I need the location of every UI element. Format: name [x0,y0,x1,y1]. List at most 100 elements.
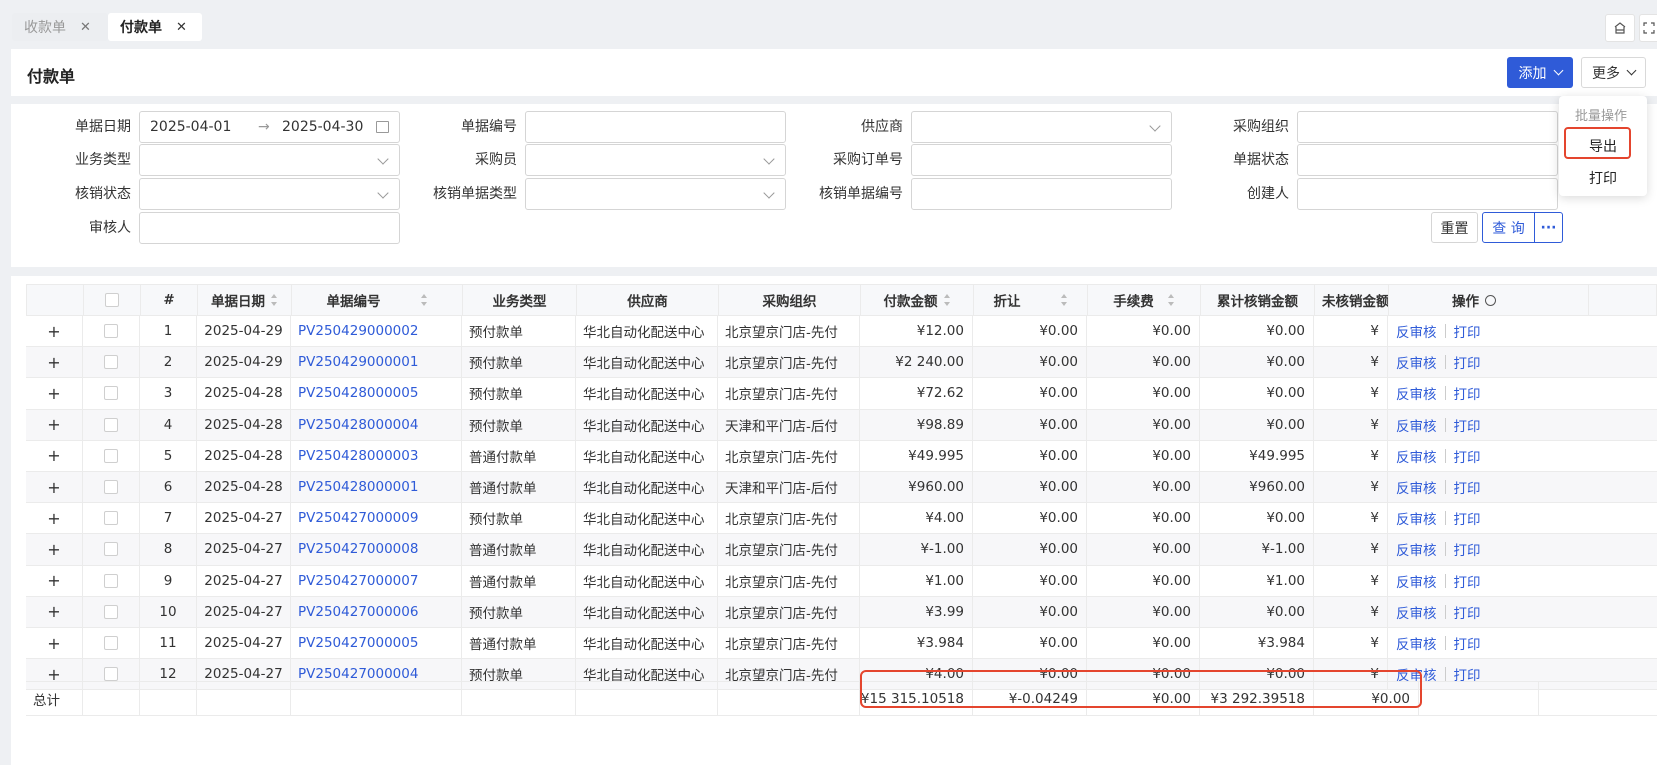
menu-item-print[interactable]: 打印 [1559,168,1647,188]
cell-bill-no[interactable]: PV250428000003 [291,440,462,471]
expand-plus-icon[interactable]: + [47,415,60,434]
row-checkbox[interactable] [104,417,118,432]
bill-status-select[interactable] [1297,144,1558,176]
cell-bill-no[interactable]: PV250427000006 [291,596,462,627]
verify-bill-type-select[interactable] [525,178,786,210]
home-icon[interactable] [1605,14,1635,42]
row-checkbox[interactable] [104,542,118,557]
expand-plus-icon[interactable]: + [47,446,60,465]
cell-verified: ¥0.00 [1200,503,1314,534]
total-empty [140,682,197,715]
row-checkbox[interactable] [104,636,118,651]
unaudit-link[interactable]: 反审核 [1396,602,1437,622]
expand-plus-icon[interactable]: + [47,602,60,621]
expand-plus-icon[interactable]: + [47,540,60,559]
unaudit-link[interactable]: 反审核 [1396,477,1437,497]
unaudit-link[interactable]: 反审核 [1396,383,1437,403]
cell-unverified: ¥ [1314,472,1388,503]
more-filters-button[interactable]: ··· [1535,213,1562,242]
unaudit-link[interactable]: 反审核 [1396,415,1437,435]
unaudit-link[interactable]: 反审核 [1396,571,1437,591]
print-link[interactable]: 打印 [1454,321,1481,341]
tab-payment[interactable]: 付款单 ✕ [108,13,202,41]
col-fee[interactable]: 手续费 [1088,285,1201,315]
cell-date: 2025-04-28 [197,409,291,440]
gear-icon[interactable] [1485,294,1496,306]
print-link[interactable]: 打印 [1454,508,1481,528]
expand-plus-icon[interactable]: + [47,353,60,372]
select-all-checkbox[interactable] [105,293,119,307]
unaudit-link[interactable]: 反审核 [1396,321,1437,341]
close-icon[interactable]: ✕ [176,20,187,35]
cell-bill-no[interactable]: PV250427000007 [291,565,462,596]
table-row: +1 2025-04-29 PV250429000002 预付款单 华北自动化配送中心北… [26,316,1657,348]
expand-plus-icon[interactable]: + [47,384,60,403]
cell-bill-no[interactable]: PV250429000002 [291,316,462,347]
row-checkbox[interactable] [104,667,118,682]
print-link[interactable]: 打印 [1454,602,1481,622]
reset-button[interactable]: 重置 [1431,212,1478,243]
expand-plus-icon[interactable]: + [47,478,60,497]
row-checkbox[interactable] [104,604,118,619]
auditor-input[interactable] [139,212,400,244]
fullscreen-icon[interactable] [1639,14,1657,42]
print-link[interactable]: 打印 [1454,477,1481,497]
row-checkbox[interactable] [104,448,118,463]
col-bill-no[interactable]: 单据编号 [292,285,463,315]
unaudit-link[interactable]: 反审核 [1396,633,1437,653]
cell-pay-amount: ¥4.00 [860,503,973,534]
print-link[interactable]: 打印 [1454,633,1481,653]
row-checkbox[interactable] [104,480,118,495]
row-checkbox[interactable] [104,355,118,370]
expand-plus-icon[interactable]: + [47,509,60,528]
biz-type-select[interactable] [139,144,400,176]
add-button[interactable]: 添加 [1507,57,1573,88]
cell-bill-no[interactable]: PV250427000008 [291,534,462,565]
print-link[interactable]: 打印 [1454,539,1481,559]
verify-status-select[interactable] [139,178,400,210]
print-link[interactable]: 打印 [1454,446,1481,466]
row-checkbox[interactable] [104,386,118,401]
row-checkbox[interactable] [104,324,118,339]
print-link[interactable]: 打印 [1454,383,1481,403]
expand-plus-icon[interactable]: + [47,571,60,590]
col-supplier: 供应商 [577,285,719,315]
unaudit-link[interactable]: 反审核 [1396,446,1437,466]
col-discount[interactable]: 折让 [974,285,1088,315]
unaudit-link[interactable]: 反审核 [1396,352,1437,372]
row-checkbox[interactable] [104,573,118,588]
query-button[interactable]: 查 询 [1483,213,1535,242]
cell-bill-no[interactable]: PV250427000009 [291,503,462,534]
row-checkbox[interactable] [104,511,118,526]
cell-bill-no[interactable]: PV250428000004 [291,409,462,440]
bill-no-input[interactable] [525,111,786,143]
date-range-input[interactable]: 2025-04-01 → 2025-04-30 [139,111,400,143]
cell-bill-no[interactable]: PV250427000005 [291,628,462,659]
print-link[interactable]: 打印 [1454,415,1481,435]
select-cell [83,409,140,440]
expand-plus-icon[interactable]: + [47,322,60,341]
cell-ops: 反审核 打印 [1388,441,1481,471]
buyer-select[interactable] [525,144,786,176]
unaudit-link[interactable]: 反审核 [1396,508,1437,528]
cell-bill-no[interactable]: PV250428000001 [291,472,462,503]
cell-supplier: 华北自动化配送中心 [576,316,718,347]
print-link[interactable]: 打印 [1454,571,1481,591]
col-date[interactable]: 单据日期 [198,285,292,315]
expand-plus-icon[interactable]: + [47,634,60,653]
supplier-select[interactable] [911,111,1172,143]
unaudit-link[interactable]: 反审核 [1396,539,1437,559]
verify-bill-no-input[interactable] [911,178,1172,210]
cell-supplier: 华北自动化配送中心 [576,565,718,596]
cell-bill-no[interactable]: PV250429000001 [291,347,462,378]
cell-bill-no[interactable]: PV250428000005 [291,378,462,409]
col-purchase-org: 采购组织 [719,285,861,315]
po-no-input[interactable] [911,144,1172,176]
more-button[interactable]: 更多 [1581,57,1646,88]
close-icon[interactable]: ✕ [80,20,91,35]
col-pay-amount[interactable]: 付款金额 [861,285,974,315]
tab-receipt[interactable]: 收款单 ✕ [12,13,108,41]
purchase-org-select[interactable] [1297,111,1558,143]
creator-input[interactable] [1297,178,1558,210]
print-link[interactable]: 打印 [1454,352,1481,372]
